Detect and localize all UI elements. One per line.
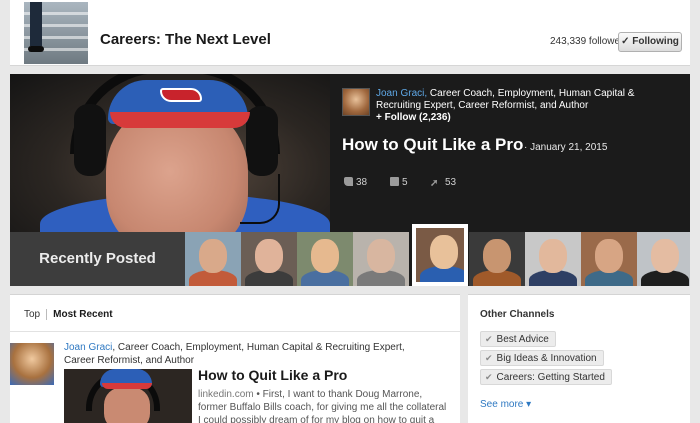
article-feed: Top Most Recent Joan Graci, Career Coach,…: [10, 294, 460, 423]
author-name-link[interactable]: Joan Graci,: [376, 88, 427, 99]
author-avatar[interactable]: [342, 88, 370, 116]
feed-author-headline: , Career Coach, Employment, Human Capita…: [64, 342, 405, 366]
feed-article-image[interactable]: [64, 369, 192, 423]
check-icon: ✔: [485, 353, 493, 363]
divider: [10, 331, 460, 332]
other-channels-title: Other Channels: [480, 309, 555, 320]
recent-article-thumbnail[interactable]: [241, 232, 297, 286]
share-arrow-icon: ➚: [430, 178, 439, 189]
feed-article-title[interactable]: How to Quit Like a Pro: [198, 367, 347, 383]
article-source: linkedin.com: [198, 389, 254, 400]
featured-article-title[interactable]: How to Quit Like a Pro: [342, 135, 523, 155]
feed-author-name-link[interactable]: Joan Graci: [64, 342, 112, 353]
share-count[interactable]: ➚ 53: [430, 177, 456, 189]
tab-most-recent[interactable]: Most Recent: [46, 309, 118, 320]
channel-pill-best-advice[interactable]: ✔ Best Advice: [480, 331, 556, 347]
recent-article-thumbnail[interactable]: [353, 232, 409, 286]
recent-article-thumbnail[interactable]: [525, 232, 581, 286]
recently-posted-strip: [185, 224, 690, 286]
feed-author-avatar[interactable]: [10, 343, 54, 385]
recent-article-thumbnail[interactable]: [637, 232, 690, 286]
featured-article-hero: Joan Graci, Career Coach, Employment, Hu…: [10, 74, 690, 286]
follower-count: 243,339 followers: [550, 36, 629, 47]
channel-logo-image[interactable]: [24, 2, 88, 64]
feed-article-snippet: linkedin.com • First, I want to thank Do…: [198, 388, 448, 423]
channel-pill-big-ideas[interactable]: ✔ Big Ideas & Innovation: [480, 350, 604, 366]
feed-sort-tabs: Top Most Recent: [24, 309, 119, 320]
thumbs-up-icon: [344, 177, 353, 186]
recently-posted-label: Recently Posted: [10, 232, 185, 286]
like-count[interactable]: 38: [344, 177, 367, 188]
tab-top[interactable]: Top: [24, 309, 46, 320]
featured-article-date: · January 21, 2015: [524, 142, 608, 153]
following-button[interactable]: ✓ Following: [618, 32, 682, 52]
see-more-link[interactable]: See more ▾: [480, 399, 531, 410]
feed-author-byline: Joan Graci, Career Coach, Employment, Hu…: [64, 341, 424, 367]
check-icon: ✔: [485, 334, 493, 344]
author-byline: Joan Graci, Career Coach, Employment, Hu…: [376, 88, 666, 112]
channel-pill-careers-getting-started[interactable]: ✔ Careers: Getting Started: [480, 369, 612, 385]
channel-title[interactable]: Careers: The Next Level: [100, 31, 271, 48]
recent-article-thumbnail[interactable]: [412, 224, 468, 286]
channel-header: Careers: The Next Level 243,339 follower…: [10, 0, 690, 66]
comment-count[interactable]: 5: [390, 177, 408, 188]
recent-article-thumbnail[interactable]: [469, 232, 525, 286]
recent-article-thumbnail[interactable]: [581, 232, 637, 286]
comment-icon: [390, 177, 399, 186]
recent-article-thumbnail[interactable]: [297, 232, 353, 286]
follow-author-button[interactable]: + Follow (2,236): [376, 112, 451, 123]
other-channels-panel: Other Channels ✔ Best Advice ✔ Big Ideas &…: [468, 294, 690, 423]
recent-article-thumbnail[interactable]: [185, 232, 241, 286]
featured-article-image[interactable]: [10, 74, 330, 232]
check-icon: ✔: [485, 372, 493, 382]
